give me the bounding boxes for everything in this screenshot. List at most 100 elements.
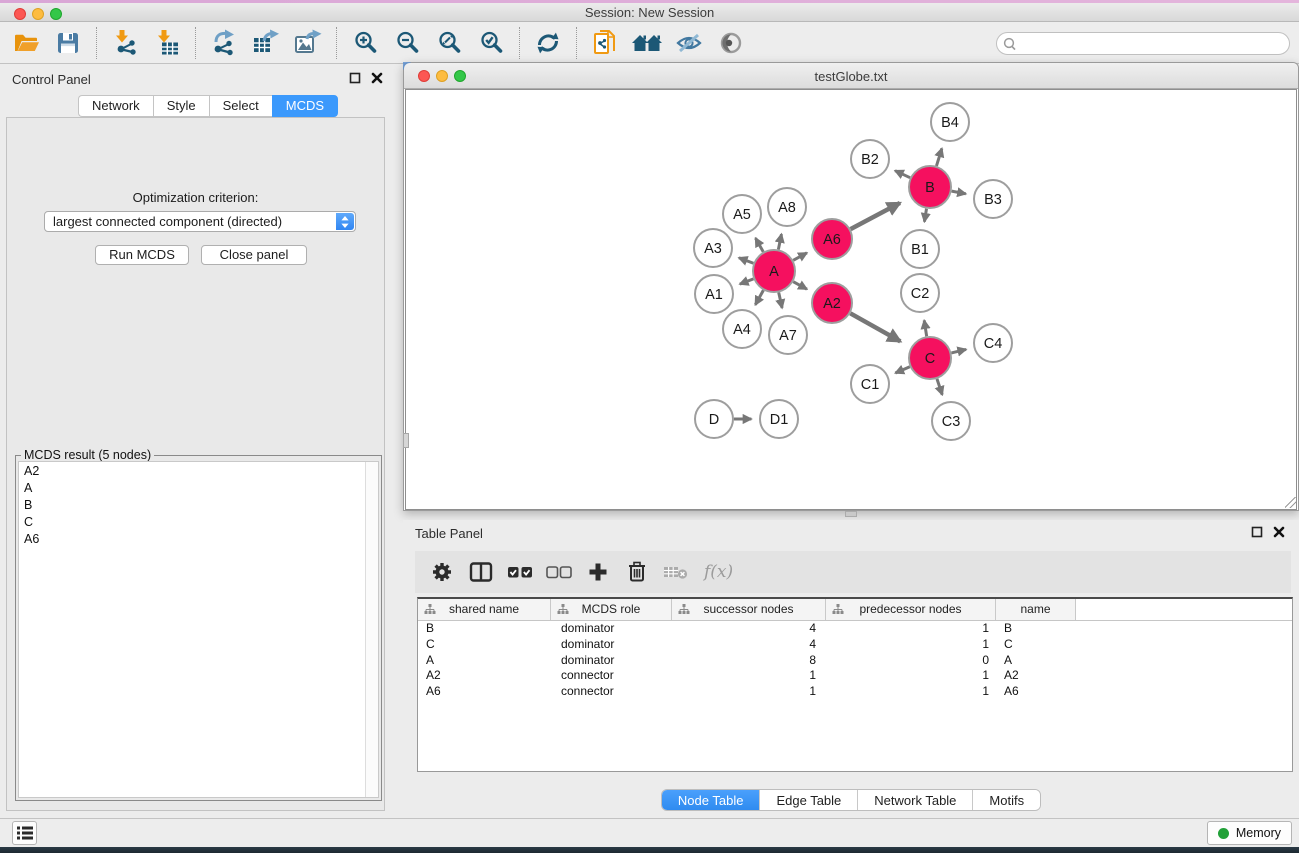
open-file-icon[interactable]	[9, 26, 43, 60]
task-history-button[interactable]	[12, 821, 37, 845]
edge-A-A7[interactable]	[779, 292, 782, 307]
edge-B-B4[interactable]	[936, 148, 941, 166]
hide-selected-eye-icon[interactable]	[672, 26, 706, 60]
table-cell[interactable]: A	[996, 653, 1076, 669]
mcds-result-item[interactable]: A6	[19, 530, 378, 547]
export-image-icon[interactable]	[291, 26, 325, 60]
import-table-icon[interactable]	[150, 26, 184, 60]
graph-node-D1[interactable]: D1	[760, 400, 798, 438]
edge-A-A8[interactable]	[778, 234, 781, 249]
zoom-out-icon[interactable]	[390, 26, 424, 60]
edge-C-C3[interactable]	[937, 379, 942, 395]
table-cell[interactable]: 0	[826, 653, 996, 669]
tab-motifs[interactable]: Motifs	[973, 790, 1040, 810]
edge-B-B1[interactable]	[924, 209, 926, 222]
graph-node-A[interactable]: A	[753, 250, 795, 292]
edge-B-B2[interactable]	[895, 171, 910, 178]
graph-node-B4[interactable]: B4	[931, 103, 969, 141]
delete-column-icon[interactable]	[624, 559, 650, 585]
graph-node-B1[interactable]: B1	[901, 230, 939, 268]
table-cell[interactable]: C	[418, 637, 551, 653]
table-row[interactable]: A2connector11A2	[418, 668, 1292, 684]
table-cell[interactable]: connector	[551, 668, 672, 684]
edge-A-A4[interactable]	[755, 290, 763, 305]
table-row[interactable]: Bdominator41B	[418, 621, 1292, 637]
edge-C-C1[interactable]	[895, 367, 909, 373]
gear-icon[interactable]	[429, 559, 455, 585]
close-panel-icon[interactable]	[371, 72, 383, 84]
graph-node-A1[interactable]: A1	[695, 275, 733, 313]
graph-node-C2[interactable]: C2	[901, 274, 939, 312]
edge-A-A2[interactable]	[793, 282, 807, 290]
graph-node-C4[interactable]: C4	[974, 324, 1012, 362]
graph-node-C[interactable]: C	[909, 337, 951, 379]
graph-node-A4[interactable]: A4	[723, 310, 761, 348]
zoom-in-icon[interactable]	[348, 26, 382, 60]
graph-node-A2[interactable]: A2	[812, 283, 852, 323]
edge-A-A6[interactable]	[793, 253, 807, 261]
zoom-fit-icon[interactable]	[432, 26, 466, 60]
mcds-result-item[interactable]: A	[19, 479, 378, 496]
graph-node-B[interactable]: B	[909, 166, 951, 208]
table-cell[interactable]: B	[996, 621, 1076, 637]
deselect-all-checkboxes-icon[interactable]	[546, 559, 572, 585]
network-window-titlebar[interactable]: testGlobe.txt	[404, 63, 1298, 89]
edge-C-C4[interactable]	[951, 349, 966, 352]
tab-select[interactable]: Select	[209, 95, 272, 117]
graph-node-D[interactable]: D	[695, 400, 733, 438]
edge-A-A3[interactable]	[739, 258, 754, 263]
table-cell[interactable]: 1	[826, 621, 996, 637]
close-table-panel-icon[interactable]	[1273, 526, 1285, 538]
table-cell[interactable]: 1	[826, 684, 996, 700]
graph-node-C1[interactable]: C1	[851, 365, 889, 403]
edge-A-A5[interactable]	[756, 238, 764, 252]
tab-style[interactable]: Style	[153, 95, 209, 117]
window-resize-grip[interactable]	[1285, 497, 1296, 508]
table-cell[interactable]: A6	[996, 684, 1076, 700]
birdseye-toggle-handle[interactable]	[403, 433, 409, 448]
tab-node-table[interactable]: Node Table	[662, 790, 761, 810]
column-header-name[interactable]: name	[996, 599, 1076, 620]
export-table-icon[interactable]	[249, 26, 283, 60]
refresh-icon[interactable]	[531, 26, 565, 60]
search-field[interactable]	[996, 32, 1290, 55]
zoom-selected-icon[interactable]	[474, 26, 508, 60]
float-panel-icon[interactable]	[349, 72, 361, 84]
graph-node-C3[interactable]: C3	[932, 402, 970, 440]
table-cell[interactable]: A	[418, 653, 551, 669]
table-cell[interactable]: 1	[826, 668, 996, 684]
table-cell[interactable]: A2	[996, 668, 1076, 684]
mcds-result-item[interactable]: A2	[19, 462, 378, 479]
table-cell[interactable]: dominator	[551, 621, 672, 637]
network-canvas[interactable]: B4B2BB3B1A5A8A3A6AA1A2A4A7C2CC4C1C3DD1	[405, 89, 1297, 510]
search-input[interactable]	[1021, 37, 1289, 51]
float-table-panel-icon[interactable]	[1251, 526, 1263, 538]
mcds-list-scrollbar[interactable]	[365, 462, 378, 797]
table-cell[interactable]: connector	[551, 684, 672, 700]
column-header-shared-name[interactable]: shared name	[418, 599, 551, 620]
edge-B-B3[interactable]	[952, 191, 966, 194]
column-header-successor-nodes[interactable]: successor nodes	[672, 599, 826, 620]
column-header-predecessor-nodes[interactable]: predecessor nodes	[826, 599, 996, 620]
graph-node-A6[interactable]: A6	[812, 219, 852, 259]
tab-network-table[interactable]: Network Table	[858, 790, 973, 810]
node-table[interactable]: shared nameMCDS rolesuccessor nodesprede…	[417, 597, 1293, 772]
memory-button[interactable]: Memory	[1207, 821, 1292, 845]
criterion-select[interactable]: largest connected component (directed)	[44, 211, 356, 232]
table-cell[interactable]: dominator	[551, 653, 672, 669]
table-cell[interactable]: 4	[672, 621, 826, 637]
run-mcds-button[interactable]: Run MCDS	[95, 245, 189, 265]
table-cell[interactable]: 1	[826, 637, 996, 653]
table-cell[interactable]: B	[418, 621, 551, 637]
add-column-icon[interactable]	[585, 559, 611, 585]
graph-node-A3[interactable]: A3	[694, 229, 732, 267]
split-columns-icon[interactable]	[468, 559, 494, 585]
edge-A-A1[interactable]	[740, 279, 754, 284]
table-cell[interactable]: A2	[418, 668, 551, 684]
table-row[interactable]: Cdominator41C	[418, 637, 1292, 653]
edge-A6-B[interactable]	[851, 203, 900, 229]
table-cell[interactable]: A6	[418, 684, 551, 700]
duplicate-network-icon[interactable]	[588, 26, 622, 60]
export-network-icon[interactable]	[207, 26, 241, 60]
save-session-icon[interactable]	[51, 26, 85, 60]
